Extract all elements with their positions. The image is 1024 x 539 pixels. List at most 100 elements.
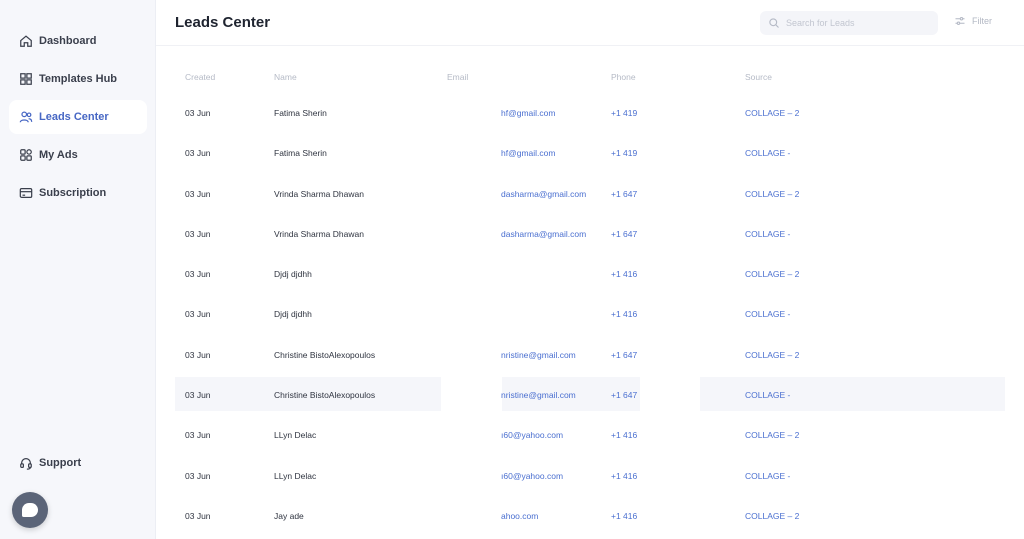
sidebar-item-leads-center[interactable]: Leads Center [9, 100, 147, 134]
cell-email[interactable]: ı60@yahoo.com [501, 471, 563, 481]
cell-name: Fatima Sherin [274, 108, 327, 118]
search-icon [769, 18, 779, 28]
filter-button[interactable]: Filter [954, 15, 992, 27]
cell-name: Christine BistoAlexopoulos [274, 349, 376, 360]
sidebar-item-label: Templates Hub [39, 73, 118, 85]
cell-email[interactable]: nristine@gmail.com [501, 390, 576, 400]
sidebar-item-label: Dashboard [39, 35, 97, 47]
table-row[interactable]: 03 Jun Djdj djdhh +1 416 COLLAGE – 2 [175, 253, 1005, 293]
cell-created: 03 Jun [185, 228, 211, 239]
headset-icon [19, 456, 33, 470]
table-row[interactable]: 03 Jun Christine BistoAlexopoulos nristi… [175, 334, 1005, 374]
table-row[interactable]: 03 Jun LLyn Delac ı60@yahoo.com +1 416 C… [175, 414, 1005, 454]
cell-name: Vrinda Sharma Dhawan [274, 188, 364, 199]
search-input[interactable] [786, 18, 931, 28]
apps-icon [19, 148, 33, 162]
cell-name: Vrinda Sharma Dhawan [274, 228, 364, 239]
column-header-source[interactable]: Source [745, 72, 772, 82]
cell-email[interactable]: hf@gmail.com [501, 108, 555, 118]
card-icon [19, 186, 33, 200]
table-row[interactable]: 03 Jun Djdj djdhh +1 416 COLLAGE - [175, 293, 1005, 333]
cell-phone[interactable]: +1 416 [611, 309, 637, 319]
sidebar-item-label: My Ads [39, 149, 78, 161]
cell-name: Christine BistoAlexopoulos [274, 390, 376, 401]
cell-phone[interactable]: +1 647 [611, 350, 637, 360]
cell-phone[interactable]: +1 647 [611, 390, 637, 400]
home-icon [19, 34, 33, 48]
table-row[interactable]: 03 Jun Vrinda Sharma Dhawan dasharma@gma… [175, 213, 1005, 253]
cell-phone[interactable]: +1 419 [611, 108, 637, 118]
cell-phone[interactable]: +1 416 [611, 471, 637, 481]
sidebar: Dashboard Templates Hub Leads Center My … [0, 0, 156, 539]
column-header-name[interactable]: Name [274, 72, 297, 82]
sidebar-item-label: Leads Center [39, 111, 109, 123]
filter-icon [955, 17, 965, 25]
cell-source[interactable]: COLLAGE – 2 [745, 108, 799, 118]
page-title: Leads Center [175, 14, 271, 31]
cell-name: LLyn Delac [274, 430, 317, 441]
leads-table: Created Name Email Phone Source 03 Jun F… [175, 60, 1005, 535]
cell-phone[interactable]: +1 416 [611, 430, 637, 440]
cell-source[interactable]: COLLAGE – 2 [745, 511, 799, 521]
cell-name: Fatima Sherin [274, 148, 327, 159]
cell-phone[interactable]: +1 419 [611, 148, 637, 158]
cell-source[interactable]: COLLAGE – 2 [745, 430, 799, 440]
table-header: Created Name Email Phone Source [175, 60, 1005, 92]
cell-phone[interactable]: +1 647 [611, 189, 637, 199]
grid-icon [19, 72, 33, 86]
users-icon [19, 110, 33, 124]
table-row[interactable]: 03 Jun Vrinda Sharma Dhawan dasharma@gma… [175, 173, 1005, 213]
search-box[interactable] [760, 11, 938, 35]
sidebar-item-support[interactable]: Support [9, 446, 147, 480]
cell-email[interactable]: dasharma@gmail.com [501, 229, 586, 239]
column-header-phone[interactable]: Phone [611, 72, 636, 82]
cell-email[interactable]: ahoo.com [501, 511, 538, 521]
chat-launcher-button[interactable] [12, 492, 48, 528]
cell-source[interactable]: COLLAGE - [745, 148, 790, 158]
cell-source[interactable]: COLLAGE – 2 [745, 189, 799, 199]
chat-icon [22, 503, 38, 517]
sidebar-item-subscription[interactable]: Subscription [9, 176, 147, 210]
sidebar-nav: Dashboard Templates Hub Leads Center My … [9, 24, 147, 214]
cell-created: 03 Jun [185, 309, 211, 320]
table-row[interactable]: 03 Jun Fatima Sherin hf@gmail.com +1 419… [175, 132, 1005, 172]
cell-source[interactable]: COLLAGE - [745, 309, 790, 319]
cell-created: 03 Jun [185, 349, 211, 360]
sidebar-item-dashboard[interactable]: Dashboard [9, 24, 147, 58]
cell-name: Jay ade [274, 510, 304, 521]
sidebar-item-label: Support [39, 457, 82, 469]
cell-name: Djdj djdhh [274, 269, 312, 280]
cell-phone[interactable]: +1 416 [611, 269, 637, 279]
table-row[interactable]: 03 Jun LLyn Delac ı60@yahoo.com +1 416 C… [175, 455, 1005, 495]
cell-created: 03 Jun [185, 510, 211, 521]
table-row[interactable]: 03 Jun Jay ade ahoo.com +1 416 COLLAGE –… [175, 495, 1005, 535]
column-header-email[interactable]: Email [447, 72, 468, 82]
cell-created: 03 Jun [185, 470, 211, 481]
table-row[interactable]: 03 Jun Fatima Sherin hf@gmail.com +1 419… [175, 92, 1005, 132]
cell-source[interactable]: COLLAGE - [745, 390, 790, 400]
cell-source[interactable]: COLLAGE - [745, 471, 790, 481]
cell-name: LLyn Delac [274, 470, 317, 481]
cell-email[interactable]: ı60@yahoo.com [501, 430, 563, 440]
cell-email[interactable]: nristine@gmail.com [501, 350, 576, 360]
cell-source[interactable]: COLLAGE - [745, 229, 790, 239]
cell-phone[interactable]: +1 416 [611, 511, 637, 521]
header: Leads Center Filter [156, 0, 1024, 46]
support-section: Support [9, 446, 147, 484]
sidebar-item-my-ads[interactable]: My Ads [9, 138, 147, 172]
cell-email[interactable]: hf@gmail.com [501, 148, 555, 158]
cell-phone[interactable]: +1 647 [611, 229, 637, 239]
cell-source[interactable]: COLLAGE – 2 [745, 350, 799, 360]
filter-label: Filter [972, 16, 992, 26]
cell-created: 03 Jun [185, 269, 211, 280]
cell-created: 03 Jun [185, 390, 211, 401]
cell-created: 03 Jun [185, 188, 211, 199]
table-row-hovered[interactable]: 03 Jun Christine BistoAlexopoulos nristi… [175, 374, 1005, 414]
cell-source[interactable]: COLLAGE – 2 [745, 269, 799, 279]
cell-name: Djdj djdhh [274, 309, 312, 320]
cell-created: 03 Jun [185, 430, 211, 441]
sidebar-item-templates-hub[interactable]: Templates Hub [9, 62, 147, 96]
cell-email[interactable]: dasharma@gmail.com [501, 189, 586, 199]
cell-created: 03 Jun [185, 148, 211, 159]
column-header-created[interactable]: Created [185, 72, 215, 82]
